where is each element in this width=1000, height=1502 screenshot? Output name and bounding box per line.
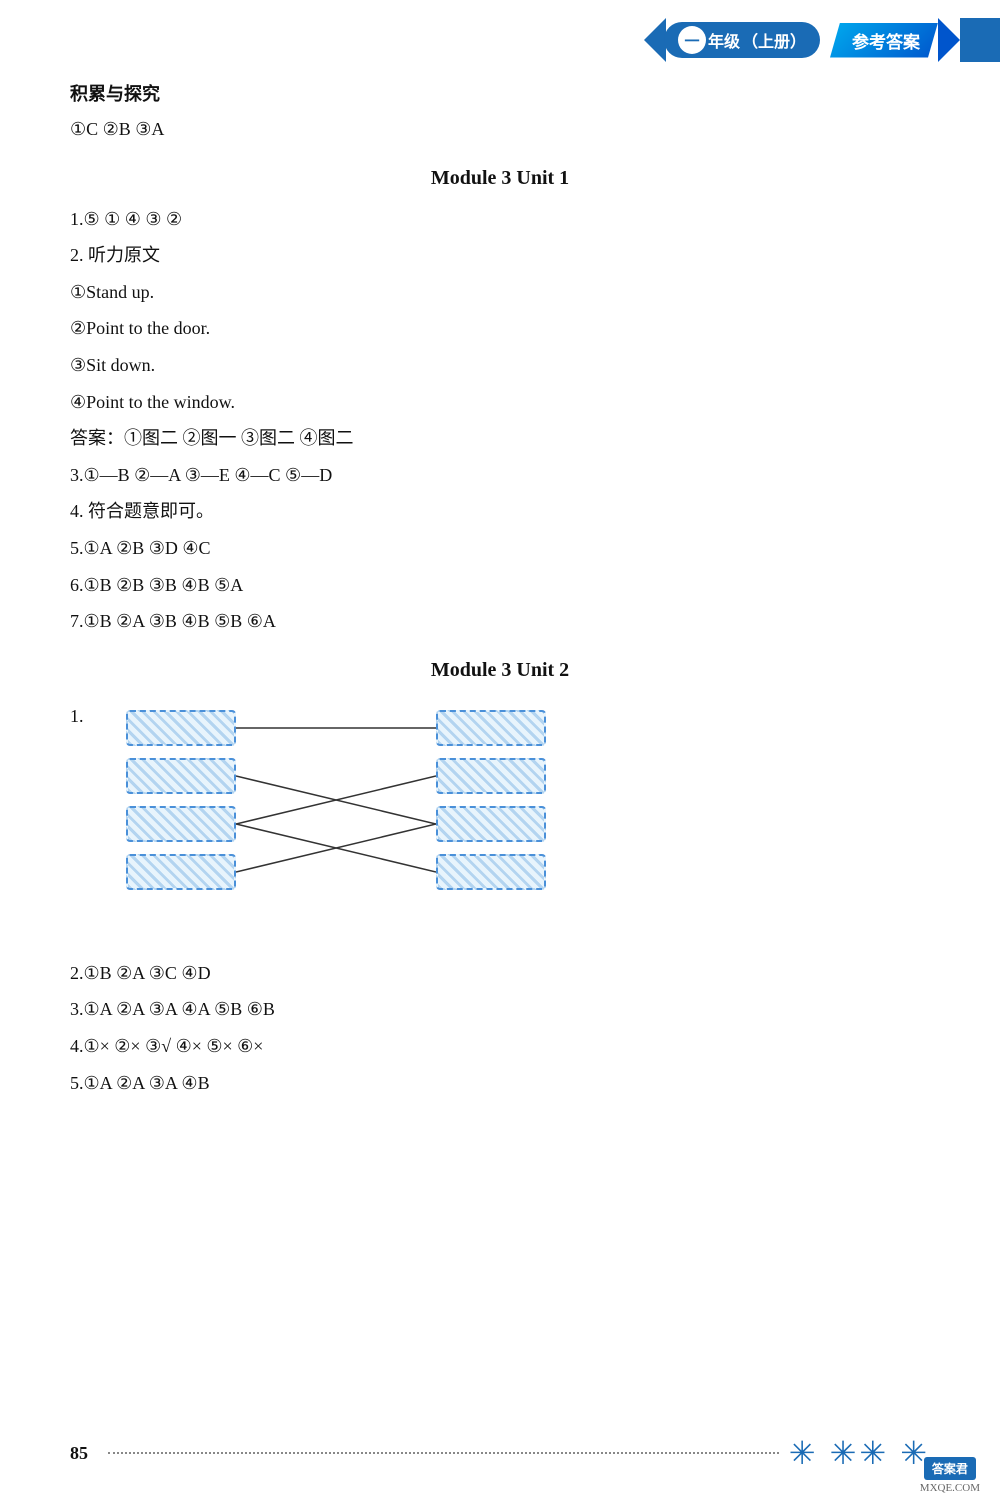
header-blue-rect (960, 18, 1000, 62)
m3u1-q4: 4. 符合题意即可。 (70, 496, 930, 527)
grade-label: 年级 (708, 28, 740, 52)
m3u2-q4: 4.①× ②× ③√ ④× ⑤× ⑥× (70, 1031, 930, 1062)
m3u1-q1: 1.⑤ ① ④ ③ ② (70, 204, 930, 235)
m3u2-q1-label: 1. (70, 706, 84, 727)
logo-box: 答案君 (924, 1457, 976, 1480)
match-box-right-1 (436, 710, 546, 746)
logo-url: MXQE.COM (920, 1482, 980, 1494)
grade-circle: 一 (678, 26, 706, 54)
page-header: 一 年级 （上册） 参考答案 (644, 18, 1000, 62)
match-box-right-2 (436, 758, 546, 794)
module3unit1-heading: Module 3 Unit 1 (70, 167, 930, 190)
match-box-right-3 (436, 806, 546, 842)
m3u1-q3: 3.①—B ②—A ③—E ④—C ⑤—D (70, 460, 930, 491)
m3u2-q1-container: 1. (70, 696, 930, 944)
match-box-right-4 (436, 854, 546, 890)
footer-stars: ✳ ✳✳ ✳ (789, 1434, 930, 1472)
page-footer: 85 ✳ ✳✳ ✳ (0, 1434, 1000, 1472)
jljty-answers: ①C ②B ③A (70, 114, 930, 145)
match-box-left-4 (126, 854, 236, 890)
level-label: （上册） (742, 28, 806, 52)
header-left-arrow (644, 18, 666, 62)
m3u1-q5: 5.①A ②B ③D ④C (70, 533, 930, 564)
m3u1-q6: 6.①B ②B ③B ④B ⑤A (70, 570, 930, 601)
jljty-title: 积累与探究 (70, 80, 930, 106)
m3u2-q2: 2.①B ②A ③C ④D (70, 958, 930, 989)
match-box-left-2 (126, 758, 236, 794)
m3u1-q2-title: 2. 听力原文 (70, 240, 930, 271)
m3u1-q2-item1: ①Stand up. (70, 277, 930, 308)
m3u1-q2-ans: 答案：①图二 ②图一 ③图二 ④图二 (70, 423, 930, 454)
m3u1-q7: 7.①B ②A ③B ④B ⑤B ⑥A (70, 606, 930, 637)
match-box-left-1 (126, 710, 236, 746)
header-grade-box: 一 年级 （上册） (664, 22, 820, 58)
match-diagram (126, 710, 546, 930)
header-right-arrow (938, 18, 960, 62)
match-left-boxes (126, 710, 236, 890)
m3u2-q5: 5.①A ②A ③A ④B (70, 1068, 930, 1099)
match-box-left-3 (126, 806, 236, 842)
match-lines-svg (236, 710, 436, 930)
m3u1-q2-item2: ②Point to the door. (70, 313, 930, 344)
m3u2-q3: 3.①A ②A ③A ④A ⑤B ⑥B (70, 994, 930, 1025)
page-content: 积累与探究 ①C ②B ③A Module 3 Unit 1 1.⑤ ① ④ ③… (0, 0, 1000, 1164)
footer-dotted-line (108, 1452, 779, 1454)
footer-logo-container: 答案君 MXQE.COM (920, 1457, 980, 1494)
m3u1-q2-item4: ④Point to the window. (70, 387, 930, 418)
m3u1-q2-item3: ③Sit down. (70, 350, 930, 381)
match-right-boxes (436, 710, 546, 890)
page-number: 85 (70, 1443, 88, 1464)
header-ref-box: 参考答案 (830, 23, 938, 58)
module3unit2-heading: Module 3 Unit 2 (70, 659, 930, 682)
